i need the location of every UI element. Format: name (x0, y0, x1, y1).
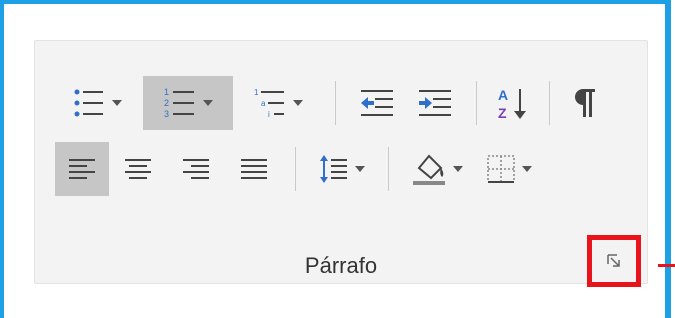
multilevel-dropdown-caret-icon[interactable] (293, 100, 303, 106)
sort-icon: A Z (497, 85, 529, 121)
separator (295, 147, 296, 191)
bullets-button[interactable] (55, 76, 139, 130)
svg-text:1: 1 (254, 88, 259, 97)
borders-icon (486, 154, 516, 184)
multilevel-list-button[interactable]: 1 a i (233, 76, 323, 130)
paragraph-ribbon-group: 1 2 3 1 a i A Z Párrafo (34, 40, 648, 287)
dialog-launcher-button[interactable] (587, 235, 641, 287)
numbering-dropdown-caret-icon[interactable] (203, 100, 213, 106)
svg-text:a: a (261, 99, 266, 108)
separator (388, 147, 389, 191)
borders-dropdown-caret-icon[interactable] (522, 166, 532, 172)
highlight-pointer-line (658, 264, 675, 267)
align-left-icon (67, 154, 97, 184)
svg-text:Z: Z (498, 105, 507, 121)
align-left-button[interactable] (55, 142, 109, 196)
decrease-indent-icon (359, 86, 395, 120)
sort-button[interactable]: A Z (489, 76, 537, 130)
center-icon (123, 154, 153, 184)
svg-text:i: i (268, 110, 270, 119)
separator (335, 81, 336, 125)
svg-text:A: A (498, 87, 508, 103)
ribbon-row-2 (55, 139, 545, 199)
dialog-launcher-icon (607, 254, 621, 268)
show-hide-marks-button[interactable] (562, 76, 608, 130)
line-spacing-button[interactable] (308, 142, 376, 196)
multilevel-list-icon: 1 a i (253, 86, 287, 120)
bullets-icon (72, 86, 106, 120)
shading-button[interactable] (401, 142, 473, 196)
align-right-icon (181, 154, 211, 184)
align-right-button[interactable] (167, 142, 225, 196)
increase-indent-button[interactable] (406, 76, 464, 130)
ribbon-row-1: 1 2 3 1 a i A Z (55, 73, 608, 133)
line-spacing-dropdown-caret-icon[interactable] (355, 166, 365, 172)
shading-dropdown-caret-icon[interactable] (453, 166, 463, 172)
group-label: Párrafo (304, 253, 378, 278)
separator (476, 81, 477, 125)
pilcrow-icon (573, 87, 597, 119)
shading-icon (411, 152, 447, 186)
justify-button[interactable] (225, 142, 283, 196)
separator (549, 81, 550, 125)
bullets-dropdown-caret-icon[interactable] (112, 100, 122, 106)
increase-indent-icon (417, 86, 453, 120)
numbering-button[interactable]: 1 2 3 (143, 76, 233, 130)
decrease-indent-button[interactable] (348, 76, 406, 130)
svg-text:1: 1 (164, 87, 169, 97)
borders-button[interactable] (473, 142, 545, 196)
svg-text:3: 3 (164, 109, 169, 119)
center-button[interactable] (109, 142, 167, 196)
numbering-icon: 1 2 3 (163, 86, 197, 120)
line-spacing-icon (319, 153, 349, 185)
svg-text:2: 2 (164, 98, 169, 108)
justify-icon (239, 154, 269, 184)
